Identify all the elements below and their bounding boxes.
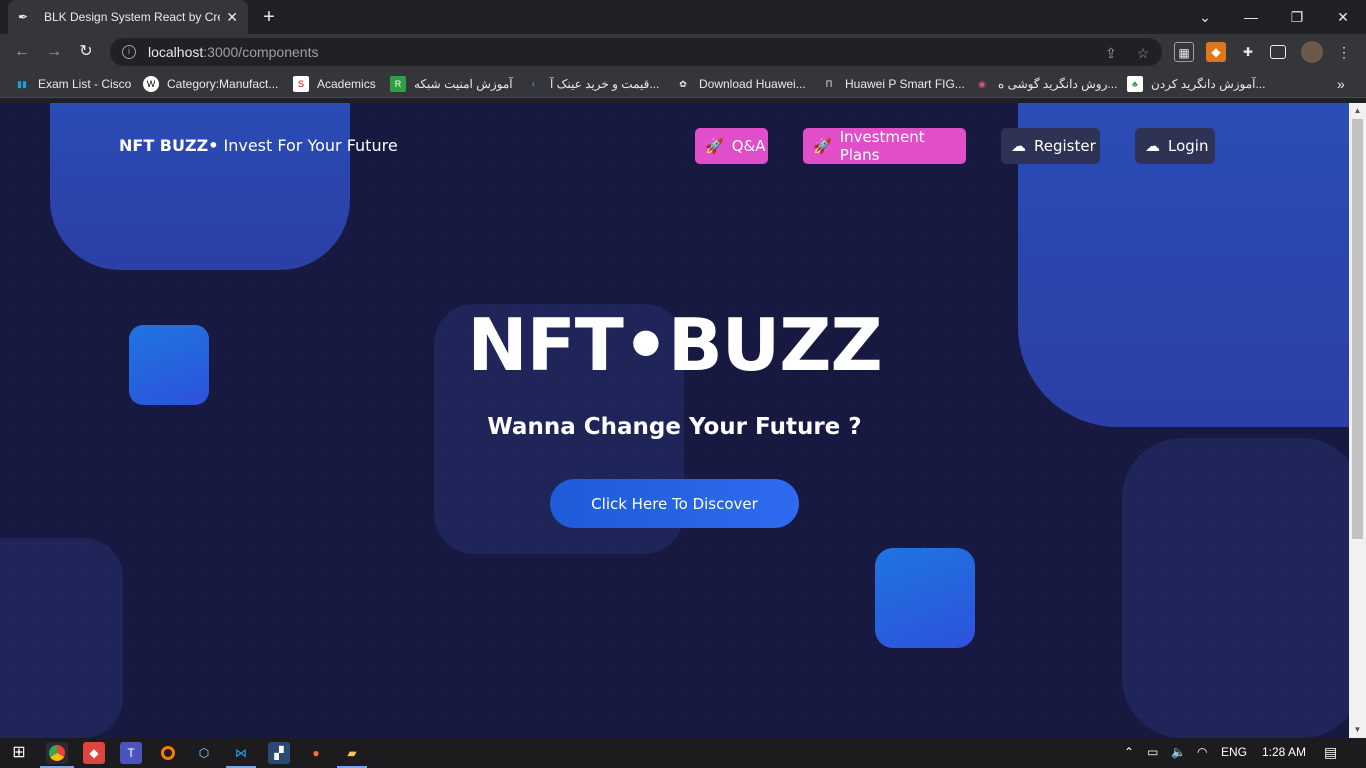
back-arrow-icon[interactable]: ← bbox=[10, 40, 34, 64]
register-label: Register bbox=[1034, 137, 1096, 155]
3d-box-icon[interactable]: ⬡ bbox=[193, 742, 215, 764]
login-button[interactable]: ☁ Login bbox=[1135, 128, 1215, 164]
tray-expand-icon[interactable]: ⌃ bbox=[1124, 745, 1134, 759]
leaf-icon: ♣ bbox=[1127, 76, 1143, 92]
decorative-square bbox=[1122, 438, 1349, 738]
scrollbar-thumb[interactable] bbox=[1352, 119, 1363, 539]
glasses-icon: ◐ bbox=[531, 79, 537, 89]
site-info-icon[interactable]: i bbox=[122, 45, 136, 59]
bookmark-item[interactable]: ✿ Download Huawei... bbox=[675, 75, 806, 93]
brand-name: NFT BUZZ• bbox=[119, 136, 219, 155]
brand-logo[interactable]: NFT BUZZ• Invest For Your Future bbox=[119, 136, 398, 155]
file-explorer-icon[interactable]: ▰ bbox=[341, 742, 363, 764]
notifications-icon[interactable]: ▤ bbox=[1324, 744, 1337, 761]
huawei-icon: ✿ bbox=[679, 79, 687, 89]
bookmark-label: آموزش امنیت شبکه bbox=[414, 77, 513, 91]
bookmark-label: Exam List - Cisco bbox=[38, 77, 132, 91]
teams-icon[interactable]: T bbox=[120, 742, 142, 764]
hero-subtitle: Wanna Change Your Future ? bbox=[487, 414, 862, 440]
scroll-down-arrow-icon[interactable]: ▼ bbox=[1349, 722, 1366, 738]
wifi-icon[interactable]: ◠ bbox=[1197, 745, 1207, 759]
scroll-up-arrow-icon[interactable]: ▲ bbox=[1349, 103, 1366, 119]
bookmark-label: آموزش دانگرید کردن... bbox=[1151, 77, 1266, 91]
qa-button[interactable]: 🚀 Q&A bbox=[695, 128, 768, 164]
bookmark-label: Academics bbox=[317, 77, 376, 91]
forward-arrow-icon[interactable]: → bbox=[42, 40, 66, 64]
discover-button[interactable]: Click Here To Discover bbox=[550, 479, 799, 528]
bookmark-star-icon[interactable]: ☆ bbox=[1134, 44, 1152, 62]
bookmark-item[interactable]: S Academics bbox=[293, 75, 376, 93]
bookmark-label: Category:Manufact... bbox=[167, 77, 279, 91]
metamask-icon[interactable]: ◆ bbox=[1206, 42, 1226, 62]
share-icon[interactable]: ⇪ bbox=[1102, 44, 1120, 62]
wikipedia-icon: W bbox=[143, 76, 159, 92]
s-icon: S bbox=[293, 76, 309, 92]
language-indicator[interactable]: ENG bbox=[1221, 745, 1247, 759]
bookmark-label: روش دانگرید گوشی ه... bbox=[998, 77, 1118, 91]
bookmark-item[interactable]: ◉ روش دانگرید گوشی ه... bbox=[974, 75, 1117, 93]
rocket-icon: 🚀 bbox=[813, 137, 832, 155]
windows-start-icon[interactable]: ⊞ bbox=[8, 742, 30, 764]
side-panel-icon[interactable] bbox=[1270, 45, 1286, 59]
bookmark-label: قیمت و خرید عینک آ... bbox=[550, 77, 660, 91]
vscode-icon[interactable]: ⋈ bbox=[230, 742, 252, 764]
extensions-puzzle-icon[interactable]: ✚ bbox=[1238, 42, 1258, 62]
new-tab-button[interactable]: + bbox=[258, 6, 280, 28]
cloud-download-icon: ☁ bbox=[1011, 137, 1026, 155]
cisco-icon: ▮▮ bbox=[17, 79, 27, 89]
volume-icon[interactable]: 🔈 bbox=[1171, 745, 1186, 759]
restore-button[interactable]: ❐ bbox=[1274, 0, 1320, 34]
qa-label: Q&A bbox=[731, 137, 766, 155]
decorative-square bbox=[875, 548, 975, 648]
page-viewport: NFT BUZZ• Invest For Your Future 🚀 Q&A 🚀… bbox=[0, 103, 1349, 738]
register-button[interactable]: ☁ Register bbox=[1001, 128, 1100, 164]
dribbble-icon: ◉ bbox=[978, 79, 986, 89]
tab-strip: ✒ BLK Design System React by Crea ✕ + ⌄ … bbox=[0, 0, 1366, 34]
hero-title: NFT•BUZZ bbox=[467, 303, 882, 387]
firefox-icon[interactable]: ● bbox=[305, 742, 327, 764]
decorative-square bbox=[0, 538, 123, 738]
address-bar[interactable]: i localhost :3000/components bbox=[110, 38, 1162, 66]
investment-plans-button[interactable]: 🚀 Investment Plans bbox=[803, 128, 966, 164]
menu-kebab-icon[interactable]: ⋮ bbox=[1334, 42, 1354, 62]
rocket-icon: 🚀 bbox=[705, 137, 724, 155]
active-tab[interactable]: ✒ BLK Design System React by Crea ✕ bbox=[8, 0, 248, 34]
chrome-taskbar-icon[interactable] bbox=[46, 742, 68, 764]
bookmark-label: Download Huawei... bbox=[699, 77, 806, 91]
anydesk-icon[interactable]: ◆ bbox=[83, 742, 105, 764]
tab-search-button[interactable]: ⌄ bbox=[1182, 0, 1228, 34]
profile-avatar[interactable] bbox=[1301, 41, 1323, 63]
close-window-button[interactable]: ✕ bbox=[1320, 0, 1366, 34]
reload-icon[interactable]: ↻ bbox=[74, 40, 98, 64]
windows-taskbar: ⊞ ◆ T ⬡ ⋈ ▞ ● ▰ ⌃ ▭ 🔈 ◠ ENG 1:28 AM ▤ bbox=[0, 738, 1366, 768]
tab-favicon-icon: ✒ bbox=[18, 10, 29, 24]
battery-icon[interactable]: ▭ bbox=[1147, 745, 1158, 759]
tab-close-icon[interactable]: ✕ bbox=[226, 9, 238, 26]
bookmark-label: Huawei P Smart FIG... bbox=[845, 77, 965, 91]
bookmark-item[interactable]: Π Huawei P Smart FIG... bbox=[821, 75, 965, 93]
bookmark-item[interactable]: ◐ قیمت و خرید عینک آ... bbox=[526, 75, 659, 93]
more-bookmarks-icon[interactable]: » bbox=[1337, 75, 1345, 93]
url-path: :3000/components bbox=[203, 44, 319, 60]
huawei2-icon: Π bbox=[825, 79, 833, 89]
bookmark-item[interactable]: ♣ آموزش دانگرید کردن... bbox=[1127, 75, 1265, 93]
bookmark-item[interactable]: W Category:Manufact... bbox=[143, 75, 278, 93]
r-icon: R bbox=[390, 76, 406, 92]
tab-title: BLK Design System React by Crea bbox=[44, 10, 220, 24]
decorative-square bbox=[50, 103, 350, 270]
bookmark-item[interactable]: ▮▮ Exam List - Cisco bbox=[14, 75, 131, 93]
qr-extension-icon[interactable]: ▦ bbox=[1174, 42, 1194, 62]
investment-plans-label: Investment Plans bbox=[839, 128, 925, 164]
clock[interactable]: 1:28 AM bbox=[1262, 745, 1306, 759]
bookmarks-bar: ▮▮ Exam List - Cisco W Category:Manufact… bbox=[0, 70, 1366, 98]
login-label: Login bbox=[1168, 137, 1209, 155]
brand-tagline: Invest For Your Future bbox=[218, 136, 398, 155]
bookmark-item[interactable]: R آموزش امنیت شبکه bbox=[390, 75, 513, 93]
cloud-download-icon: ☁ bbox=[1145, 137, 1160, 155]
page-scrollbar[interactable]: ▲ ▼ bbox=[1349, 103, 1366, 738]
url-host: localhost bbox=[148, 44, 204, 60]
recorder-icon[interactable] bbox=[157, 742, 179, 764]
network-app-icon[interactable]: ▞ bbox=[268, 742, 290, 764]
minimize-button[interactable]: — bbox=[1228, 0, 1274, 34]
